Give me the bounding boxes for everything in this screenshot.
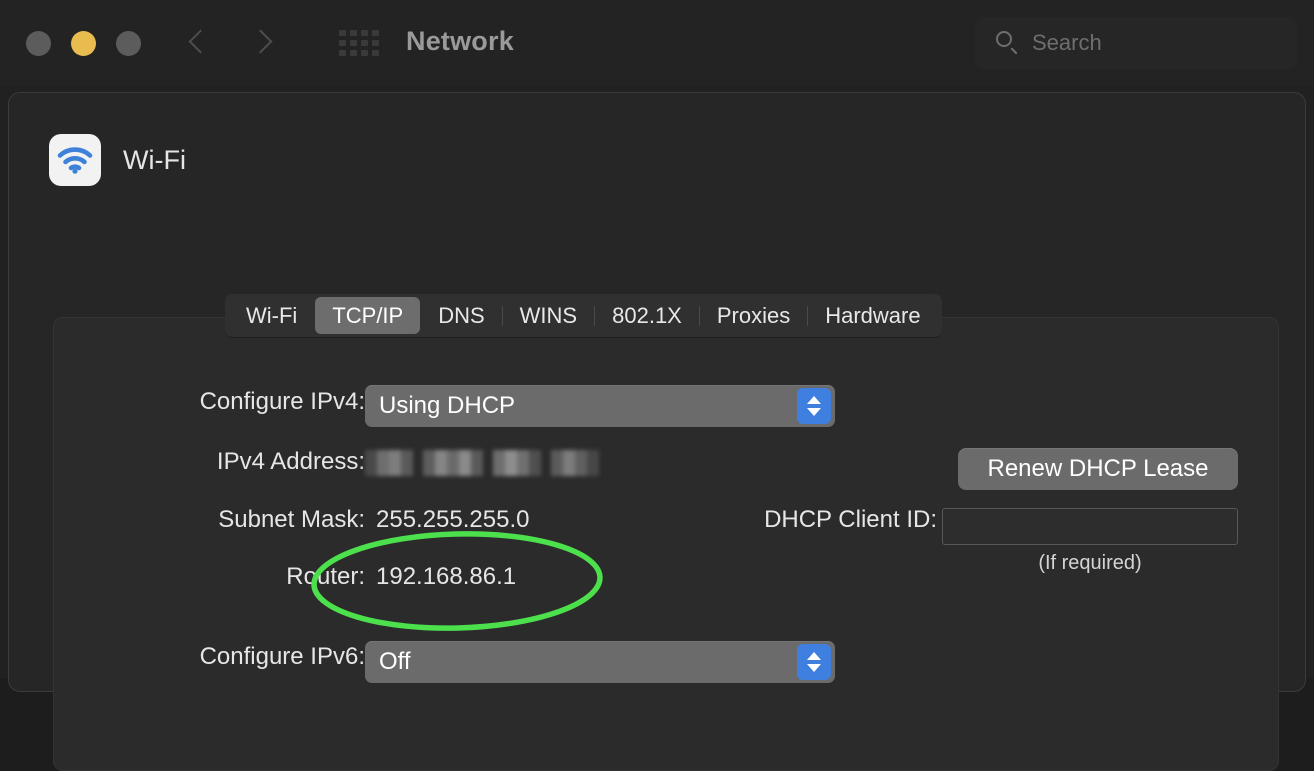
ipv4-address-label: IPv4 Address: <box>216 448 365 475</box>
router-value: 192.168.86.1 <box>376 563 517 590</box>
window-titlebar: Network Search <box>0 0 1314 86</box>
tab-proxies[interactable]: Proxies <box>700 297 807 334</box>
chevron-left-icon[interactable] <box>188 22 210 62</box>
configure-ipv4-row: Configure IPv4: <box>162 388 365 416</box>
dhcp-client-id-hint: (If required) <box>1038 552 1142 574</box>
configure-ipv6-row: Configure IPv6: <box>162 643 365 671</box>
configure-ipv6-value: Off <box>379 648 411 675</box>
tab-hardware[interactable]: Hardware <box>808 297 937 334</box>
tab-wins[interactable]: WINS <box>503 297 594 334</box>
wifi-icon <box>49 134 101 186</box>
search-placeholder: Search <box>1032 30 1102 55</box>
configure-ipv4-value: Using DHCP <box>379 392 516 419</box>
settings-panel: Wi-Fi Configure IPv4: Using DHCP IPv4 Ad… <box>8 92 1306 771</box>
subnet-mask-row: Subnet Mask: 255.255.255.0 <box>162 506 529 534</box>
configure-ipv6-label: Configure IPv6: <box>199 643 365 670</box>
ipv4-address-value-redacted <box>365 450 609 476</box>
ipv4-address-row: IPv4 Address: <box>162 448 365 476</box>
chevron-up-down-icon[interactable] <box>797 388 831 424</box>
settings-tabs: Wi-Fi TCP/IP DNS WINS 802.1X Proxies Har… <box>225 294 942 337</box>
chevron-right-icon[interactable] <box>252 22 274 62</box>
subnet-mask-value: 255.255.255.0 <box>376 506 530 533</box>
router-label: Router: <box>286 563 365 590</box>
traffic-light-buttons <box>26 31 141 56</box>
search-field[interactable]: Search <box>975 17 1297 69</box>
navigation-buttons <box>188 22 274 62</box>
dhcp-client-id-row: DHCP Client ID: <box>694 506 937 534</box>
service-name: Wi-Fi <box>123 144 186 175</box>
dhcp-client-id-input[interactable] <box>942 508 1238 545</box>
router-row: Router: 192.168.86.1 <box>162 563 516 591</box>
dhcp-client-id-label: DHCP Client ID: <box>764 506 937 533</box>
chevron-up-down-icon[interactable] <box>797 644 831 680</box>
window-title: Network <box>406 26 514 56</box>
configure-ipv4-label: Configure IPv4: <box>199 388 365 415</box>
configure-ipv4-select[interactable]: Using DHCP <box>365 385 835 427</box>
grid-icon[interactable] <box>339 30 379 56</box>
subnet-mask-label: Subnet Mask: <box>218 506 365 533</box>
search-icon <box>994 30 1020 56</box>
service-header: Wi-Fi <box>49 134 186 186</box>
minimize-button[interactable] <box>71 31 96 56</box>
tab-wi-fi[interactable]: Wi-Fi <box>229 297 314 334</box>
tab-dns[interactable]: DNS <box>421 297 501 334</box>
configure-ipv6-select[interactable]: Off <box>365 641 835 683</box>
tab-content-panel: Configure IPv4: Using DHCP IPv4 Address: <box>53 317 1279 771</box>
close-button[interactable] <box>26 31 51 56</box>
renew-dhcp-lease-button[interactable]: Renew DHCP Lease <box>958 448 1238 490</box>
network-preferences-window: Network Search Wi-Fi Configure IPv4: Usi… <box>0 0 1314 771</box>
tab-tcp-ip[interactable]: TCP/IP <box>315 297 421 334</box>
zoom-button[interactable] <box>116 31 141 56</box>
renew-dhcp-lease-label: Renew DHCP Lease <box>987 455 1209 482</box>
tab-802-1x[interactable]: 802.1X <box>595 297 699 334</box>
